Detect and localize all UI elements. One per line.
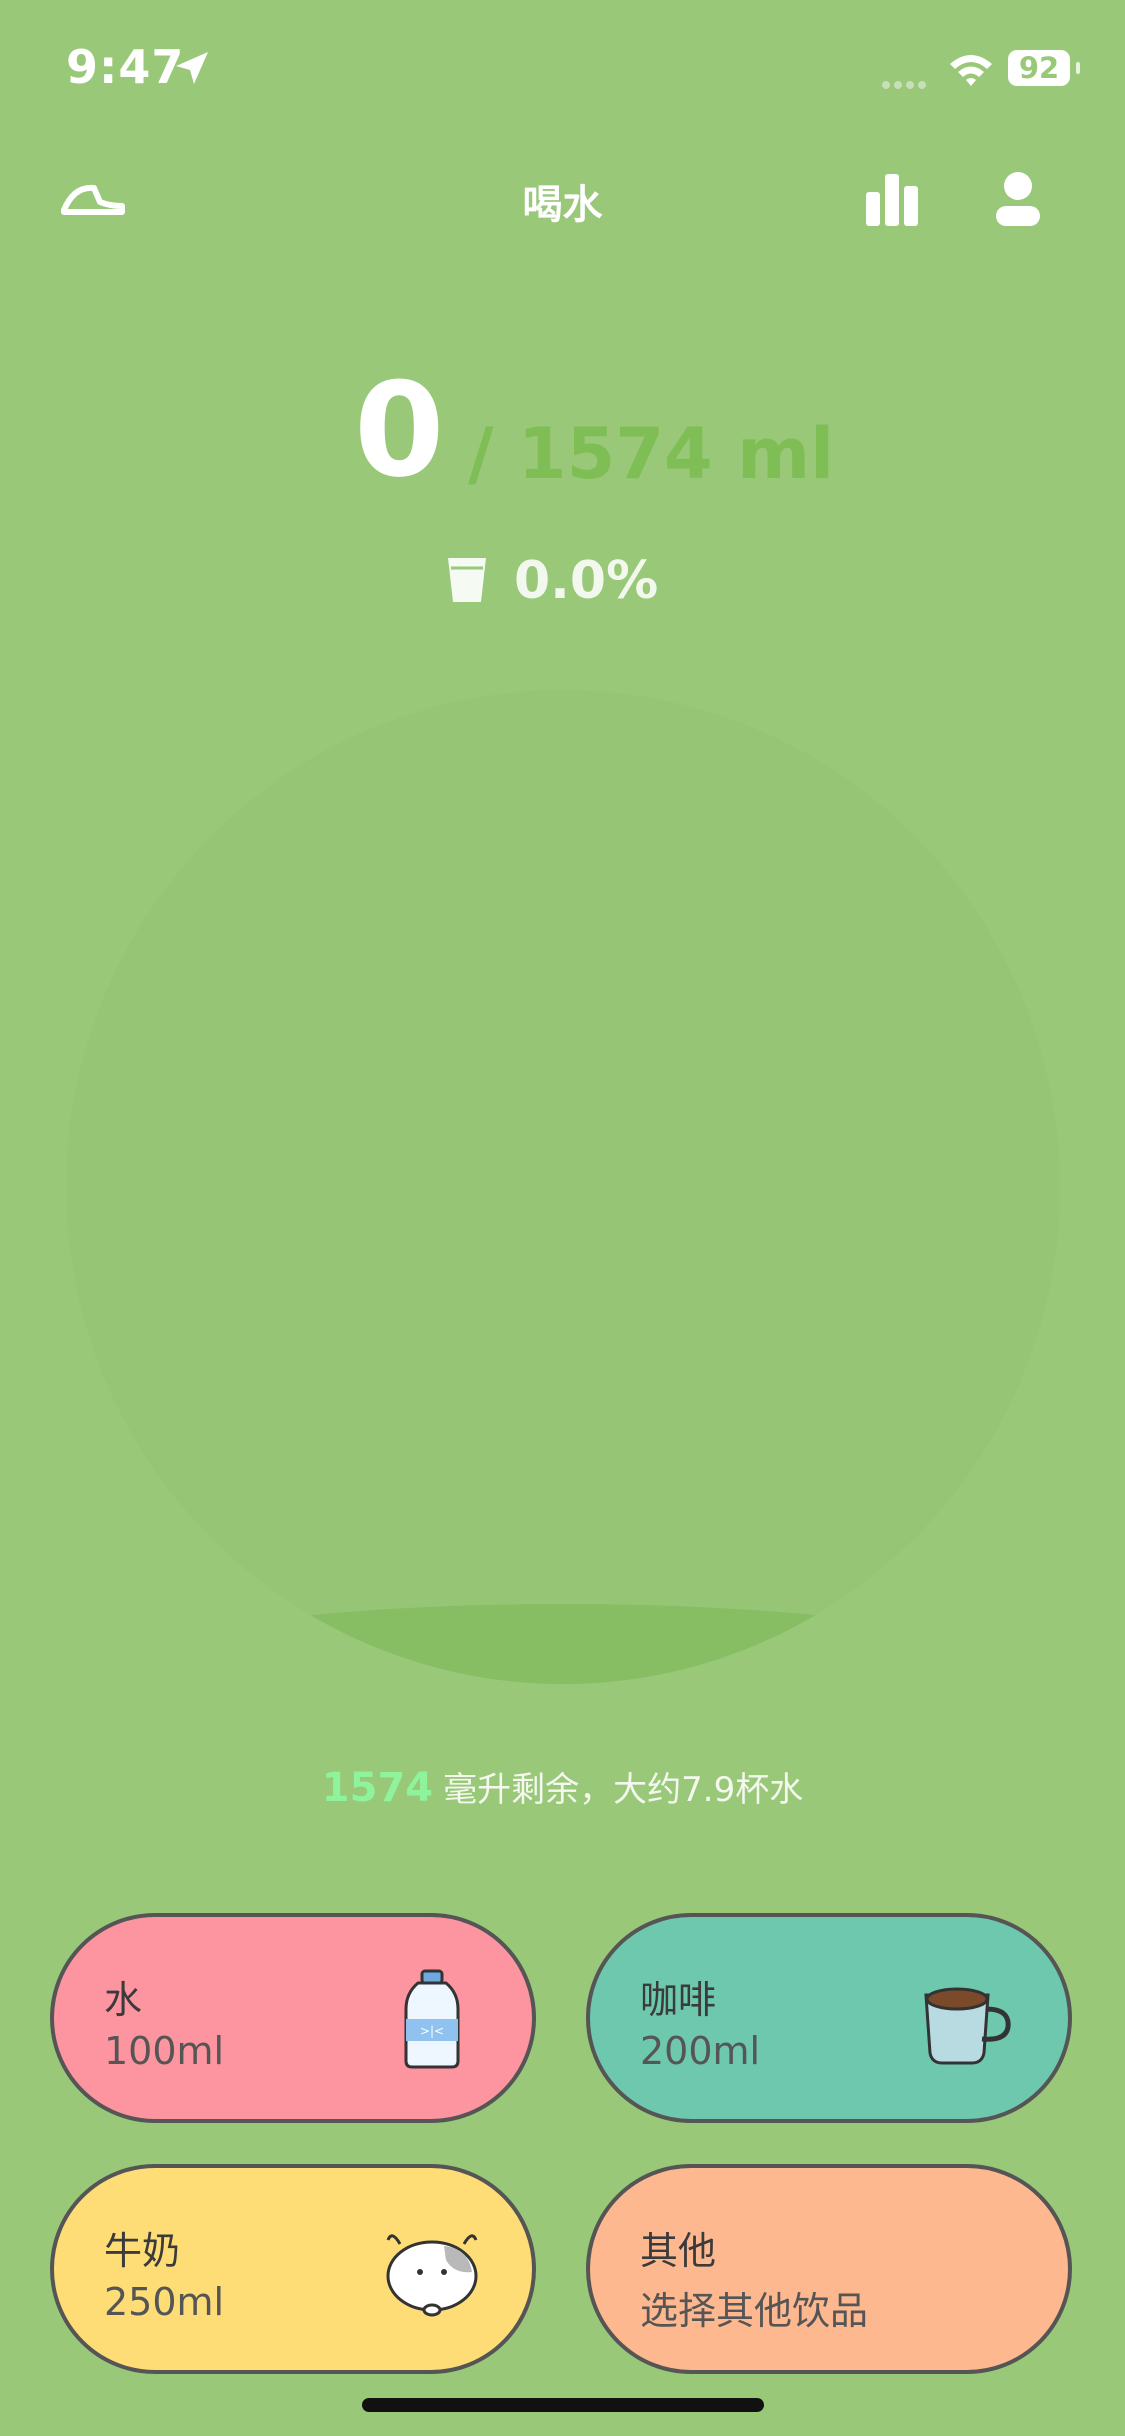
remaining-text: 1574 毫升剩余，大约7.9杯水 <box>0 1762 1125 1811</box>
water-progress-circle[interactable] <box>66 690 1060 1684</box>
profile-icon[interactable] <box>994 170 1042 230</box>
other-drink-button[interactable]: 其他 选择其他饮品 <box>586 2164 1072 2374</box>
status-time: 9:47 <box>66 40 185 94</box>
drink-name: 牛奶 <box>104 2229 181 2273</box>
drink-amount: 100ml <box>104 2029 225 2073</box>
page-title: 喝水 <box>522 182 603 228</box>
home-indicator[interactable] <box>362 2398 764 2412</box>
water-level-fill <box>66 1604 1060 1684</box>
location-arrow-icon <box>176 52 208 84</box>
drink-amount: 200ml <box>640 2029 761 2073</box>
drink-name: 咖啡 <box>640 1978 717 2022</box>
remaining-amount: 1574 <box>321 1765 434 1811</box>
water-button[interactable]: 水 100ml >|< <box>50 1913 536 2123</box>
percent-complete: 0.0% <box>514 551 659 611</box>
statistics-icon[interactable] <box>864 170 920 228</box>
svg-text:>|<: >|< <box>420 2024 444 2038</box>
cellular-signal-icon <box>882 74 934 89</box>
wifi-icon <box>950 55 992 86</box>
cup-icon <box>448 558 486 602</box>
drink-amount: 250ml <box>104 2280 225 2324</box>
coffee-button[interactable]: 咖啡 200ml <box>586 1913 1072 2123</box>
remaining-description: 毫升剩余，大约7.9杯水 <box>443 1770 804 1810</box>
drink-name: 水 <box>104 1978 143 2022</box>
intake-summary: 0 / 1574 ml <box>0 360 1125 500</box>
nav-bar: 喝水 <box>0 150 1125 250</box>
drink-name: 其他 <box>640 2229 717 2273</box>
goal-amount: / 1574 ml <box>468 413 835 495</box>
drink-amount: 选择其他饮品 <box>640 2289 869 2333</box>
coffee-cup-icon <box>924 1987 1011 2065</box>
water-bottle-icon: >|< <box>404 1969 460 2069</box>
percent-row: 0.0% <box>0 548 1125 618</box>
battery-level: 92 <box>1008 50 1070 86</box>
battery-indicator: 92 <box>1008 50 1080 86</box>
milk-button[interactable]: 牛奶 250ml <box>50 2164 536 2374</box>
consumed-amount: 0 <box>354 354 445 506</box>
status-bar: 9:47 92 <box>0 0 1125 140</box>
cow-icon <box>386 2234 478 2317</box>
